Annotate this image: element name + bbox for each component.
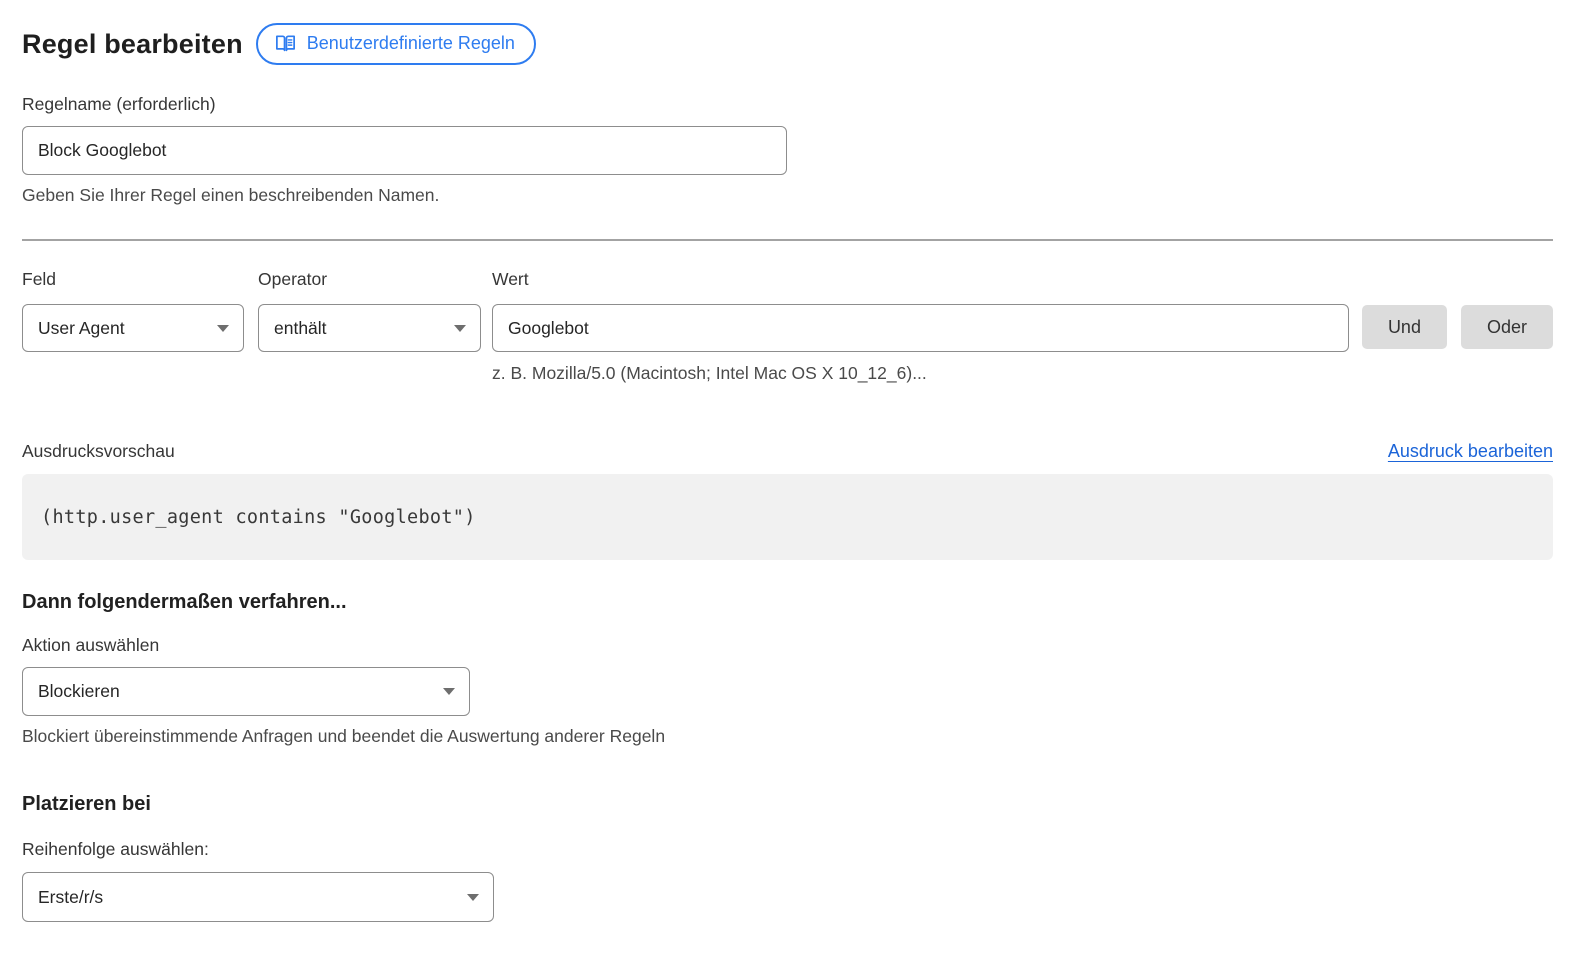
expression-preview-label: Ausdrucksvorschau [22, 441, 175, 462]
edit-rule-page: Regel bearbeiten Benutzerdefinierte Rege… [0, 0, 1570, 956]
order-select[interactable]: Erste/r/s [22, 872, 494, 922]
operator-label: Operator [258, 269, 481, 291]
or-button[interactable]: Oder [1461, 305, 1553, 349]
operator-column: Operator enthält [258, 269, 481, 384]
operator-select[interactable]: enthält [258, 304, 481, 352]
value-column: Wert z. B. Mozilla/5.0 (Macintosh; Intel… [492, 269, 1349, 384]
chevron-down-icon [217, 325, 229, 332]
page-title: Regel bearbeiten [22, 29, 243, 60]
chevron-down-icon [467, 894, 479, 901]
action-select[interactable]: Blockieren [22, 667, 470, 716]
action-help: Blockiert übereinstimmende Anfragen und … [22, 726, 1553, 747]
condition-row: Feld User Agent Operator enthält Wert z.… [22, 269, 1553, 384]
chevron-down-icon [454, 325, 466, 332]
field-select-value: User Agent [38, 318, 125, 339]
value-label: Wert [492, 269, 1349, 291]
action-select-value: Blockieren [38, 681, 120, 702]
field-select[interactable]: User Agent [22, 304, 244, 352]
value-input[interactable] [492, 304, 1349, 352]
order-select-value: Erste/r/s [38, 887, 103, 908]
logic-buttons: Und Oder [1362, 269, 1553, 384]
rule-name-label: Regelname (erforderlich) [22, 94, 1553, 115]
expression-code: (http.user_agent contains "Googlebot") [41, 507, 476, 528]
and-button[interactable]: Und [1362, 305, 1447, 349]
page-header: Regel bearbeiten Benutzerdefinierte Rege… [22, 0, 1553, 65]
action-select-label: Aktion auswählen [22, 635, 1553, 656]
open-book-icon [274, 32, 297, 55]
chevron-down-icon [443, 688, 455, 695]
operator-select-value: enthält [274, 318, 327, 339]
value-help: z. B. Mozilla/5.0 (Macintosh; Intel Mac … [492, 363, 1349, 384]
action-section-heading: Dann folgendermaßen verfahren... [22, 591, 1553, 614]
edit-expression-link[interactable]: Ausdruck bearbeiten [1388, 441, 1553, 462]
expression-header: Ausdrucksvorschau Ausdruck bearbeiten [22, 441, 1553, 462]
rule-name-input[interactable] [22, 126, 787, 175]
field-label: Feld [22, 269, 244, 291]
section-divider [22, 239, 1553, 241]
placement-section-heading: Platzieren bei [22, 793, 1553, 816]
custom-rules-docs-button[interactable]: Benutzerdefinierte Regeln [256, 23, 536, 65]
order-select-label: Reihenfolge auswählen: [22, 839, 1553, 860]
expression-code-block: (http.user_agent contains "Googlebot") [22, 474, 1553, 560]
docs-button-label: Benutzerdefinierte Regeln [307, 33, 515, 54]
rule-name-help: Geben Sie Ihrer Regel einen beschreibend… [22, 185, 1553, 206]
field-column: Feld User Agent [22, 269, 244, 384]
